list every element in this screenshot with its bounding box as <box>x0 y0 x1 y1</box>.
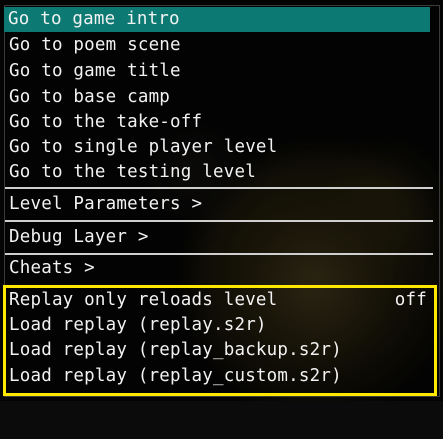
menu-item-label: Go to poem scene <box>9 35 181 55</box>
menu-item-label: Go to game title <box>9 61 181 81</box>
load-replay-label: Load replay (replay.s2r) <box>9 315 267 335</box>
menu-item-poem-scene[interactable]: Go to poem scene <box>5 33 433 58</box>
menu-separator <box>5 220 433 222</box>
menu-separator <box>5 187 433 189</box>
menu-item-game-intro[interactable]: Go to game intro <box>4 7 430 32</box>
menu-item-testing-level[interactable]: Go to the testing level <box>5 160 433 185</box>
menu-item-label: Go to the take-off <box>9 112 203 132</box>
menu-item-take-off[interactable]: Go to the take-off <box>5 110 433 135</box>
load-replay-default[interactable]: Load replay (replay.s2r) <box>5 313 433 338</box>
submenu-label: Debug Layer > <box>9 227 149 247</box>
load-replay-label: Load replay (replay_custom.s2r) <box>9 366 342 386</box>
replay-toggle-label: Replay only reloads level <box>9 290 278 310</box>
submenu-label: Level Parameters > <box>9 194 203 214</box>
replay-toggle-value: off <box>394 290 427 310</box>
load-replay-custom[interactable]: Load replay (replay_custom.s2r) <box>5 364 433 389</box>
menu-item-label: Go to single player level <box>9 137 278 157</box>
menu-item-label: Go to game intro <box>8 9 180 29</box>
menu-item-single-player-level[interactable]: Go to single player level <box>5 135 433 160</box>
menu-item-label: Go to the testing level <box>9 162 256 182</box>
submenu-level-parameters[interactable]: Level Parameters > <box>5 192 433 217</box>
menu-item-game-title[interactable]: Go to game title <box>5 59 433 84</box>
load-replay-label: Load replay (replay_backup.s2r) <box>9 340 342 360</box>
menu-item-base-camp[interactable]: Go to base camp <box>5 85 433 110</box>
submenu-debug-layer[interactable]: Debug Layer > <box>5 225 433 250</box>
load-replay-backup[interactable]: Load replay (replay_backup.s2r) <box>5 338 433 363</box>
submenu-cheats[interactable]: Cheats > <box>5 256 433 281</box>
debug-menu: Go to game intro Go to poem scene Go to … <box>0 0 443 401</box>
menu-separator <box>5 253 433 255</box>
submenu-label: Cheats > <box>9 258 95 278</box>
replay-reload-toggle[interactable]: Replay only reloads level off <box>5 288 433 313</box>
menu-item-label: Go to base camp <box>9 87 171 107</box>
